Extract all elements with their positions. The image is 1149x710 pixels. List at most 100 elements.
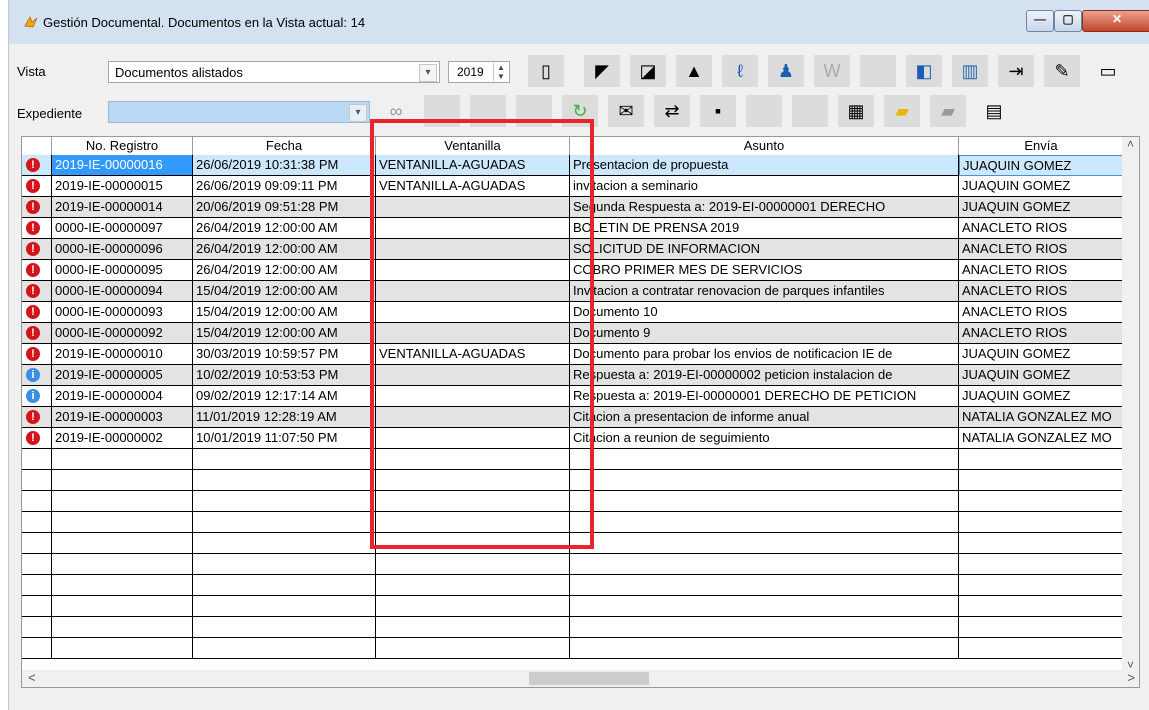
cell-envia[interactable]: [959, 491, 1124, 512]
cell-fecha[interactable]: [193, 512, 376, 533]
toolbar-button-open-folder[interactable]: ▰: [884, 95, 920, 127]
cell-fecha[interactable]: [193, 596, 376, 617]
cell-status[interactable]: [22, 575, 52, 596]
cell-fecha[interactable]: 26/04/2019 12:00:00 AM: [193, 218, 376, 239]
cell-envia[interactable]: [959, 575, 1124, 596]
toolbar-button-doc[interactable]: ◪: [630, 55, 666, 87]
cell-fecha[interactable]: [193, 638, 376, 659]
cell-registro[interactable]: [52, 617, 193, 638]
cell-envia[interactable]: [959, 617, 1124, 638]
cell-fecha[interactable]: 11/01/2019 12:28:19 AM: [193, 407, 376, 428]
toolbar-button-export[interactable]: ⇥: [998, 55, 1034, 87]
maximize-button[interactable]: ▢: [1054, 10, 1082, 32]
cell-asunto[interactable]: [570, 554, 959, 575]
cell-registro[interactable]: 0000-IE-00000094: [52, 281, 193, 302]
cell-status[interactable]: !: [22, 197, 52, 218]
cell-asunto[interactable]: [570, 596, 959, 617]
cell-asunto[interactable]: Respuesta a: 2019-EI-00000002 peticion i…: [570, 365, 959, 386]
cell-envia[interactable]: [959, 596, 1124, 617]
cell-registro[interactable]: 0000-IE-00000092: [52, 323, 193, 344]
table-row[interactable]: [22, 554, 1139, 575]
column-header-fecha[interactable]: Fecha: [193, 137, 376, 155]
toolbar-button-small[interactable]: ▪: [700, 95, 736, 127]
cell-status[interactable]: [22, 491, 52, 512]
toolbar-button-transfer[interactable]: ⇄: [654, 95, 690, 127]
scroll-up-icon[interactable]: ˄: [1122, 137, 1139, 151]
cell-status[interactable]: !: [22, 323, 52, 344]
toolbar-button-user-search[interactable]: ℓ: [722, 55, 758, 87]
cell-asunto[interactable]: SOLICITUD DE INFORMACION: [570, 239, 959, 260]
cell-fecha[interactable]: 10/02/2019 10:53:53 PM: [193, 365, 376, 386]
cell-fecha[interactable]: 15/04/2019 12:00:00 AM: [193, 302, 376, 323]
cell-status[interactable]: !: [22, 344, 52, 365]
cell-registro[interactable]: 2019-IE-00000016: [52, 155, 193, 176]
vista-select[interactable]: Documentos alistados ▾: [108, 61, 440, 83]
cell-status[interactable]: [22, 470, 52, 491]
cell-asunto[interactable]: Documento 10: [570, 302, 959, 323]
cell-status[interactable]: !: [22, 407, 52, 428]
cell-envia[interactable]: NATALIA GONZALEZ MO: [959, 407, 1124, 428]
cell-asunto[interactable]: [570, 470, 959, 491]
cell-fecha[interactable]: 15/04/2019 12:00:00 AM: [193, 323, 376, 344]
cell-registro[interactable]: [52, 512, 193, 533]
cell-status[interactable]: !: [22, 176, 52, 197]
cell-registro[interactable]: [52, 638, 193, 659]
cell-status[interactable]: !: [22, 155, 52, 176]
cell-status[interactable]: [22, 533, 52, 554]
cell-status[interactable]: i: [22, 365, 52, 386]
column-header-registro[interactable]: No. Registro: [52, 137, 193, 155]
cell-envia[interactable]: ANACLETO RIOS: [959, 260, 1124, 281]
cell-envia[interactable]: JUAQUIN GOMEZ: [959, 155, 1124, 176]
cell-fecha[interactable]: [193, 554, 376, 575]
cell-envia[interactable]: NATALIA GONZALEZ MO: [959, 428, 1124, 449]
cell-asunto[interactable]: BOLETIN DE PRENSA 2019: [570, 218, 959, 239]
toolbar-button-users[interactable]: ♟: [768, 55, 804, 87]
cell-envia[interactable]: JUAQUIN GOMEZ: [959, 386, 1124, 407]
cell-envia[interactable]: JUAQUIN GOMEZ: [959, 365, 1124, 386]
toolbar-button-edit[interactable]: ✎: [1044, 55, 1080, 87]
cell-fecha[interactable]: 26/06/2019 09:09:11 PM: [193, 176, 376, 197]
cell-asunto[interactable]: [570, 638, 959, 659]
cell-fecha[interactable]: 26/04/2019 12:00:00 AM: [193, 239, 376, 260]
toolbar-button-email[interactable]: ✉: [608, 95, 644, 127]
cell-registro[interactable]: 0000-IE-00000096: [52, 239, 193, 260]
cell-registro[interactable]: 0000-IE-00000095: [52, 260, 193, 281]
cell-registro[interactable]: [52, 575, 193, 596]
cell-status[interactable]: [22, 512, 52, 533]
toolbar-button-delete-folder[interactable]: ▰: [930, 95, 966, 127]
vertical-scrollbar[interactable]: ˄ ˅: [1122, 137, 1139, 672]
cell-envia[interactable]: ANACLETO RIOS: [959, 281, 1124, 302]
cell-asunto[interactable]: [570, 491, 959, 512]
cell-status[interactable]: !: [22, 218, 52, 239]
cell-fecha[interactable]: 26/04/2019 12:00:00 AM: [193, 260, 376, 281]
cell-registro[interactable]: [52, 533, 193, 554]
cell-envia[interactable]: ANACLETO RIOS: [959, 323, 1124, 344]
minimize-button[interactable]: —: [1026, 10, 1054, 32]
cell-registro[interactable]: 2019-IE-00000004: [52, 386, 193, 407]
cell-status[interactable]: !: [22, 428, 52, 449]
cell-status[interactable]: !: [22, 302, 52, 323]
cell-status[interactable]: !: [22, 281, 52, 302]
cell-envia[interactable]: [959, 533, 1124, 554]
cell-envia[interactable]: [959, 554, 1124, 575]
cell-status[interactable]: [22, 554, 52, 575]
toolbar-button-page[interactable]: ▯: [528, 55, 564, 87]
year-spinner[interactable]: 2019 ▲ ▼: [448, 61, 510, 83]
chevron-down-icon[interactable]: ▾: [419, 64, 437, 82]
cell-fecha[interactable]: 15/04/2019 12:00:00 AM: [193, 281, 376, 302]
cell-status[interactable]: [22, 617, 52, 638]
cell-envia[interactable]: [959, 470, 1124, 491]
table-row[interactable]: [22, 596, 1139, 617]
cell-registro[interactable]: [52, 470, 193, 491]
horizontal-scrollbar[interactable]: < >: [22, 670, 1139, 687]
column-header-status[interactable]: [22, 137, 52, 155]
cell-asunto[interactable]: [570, 512, 959, 533]
cell-asunto[interactable]: Documento para probar los envios de noti…: [570, 344, 959, 365]
toolbar-button-film[interactable]: ▤: [976, 95, 1012, 127]
scroll-right-icon[interactable]: >: [1127, 670, 1135, 685]
toolbar-button-9[interactable]: [746, 95, 782, 127]
cell-fecha[interactable]: [193, 470, 376, 491]
cell-registro[interactable]: 2019-IE-00000002: [52, 428, 193, 449]
cell-asunto[interactable]: Respuesta a: 2019-EI-00000001 DERECHO DE…: [570, 386, 959, 407]
cell-fecha[interactable]: 30/03/2019 10:59:57 PM: [193, 344, 376, 365]
